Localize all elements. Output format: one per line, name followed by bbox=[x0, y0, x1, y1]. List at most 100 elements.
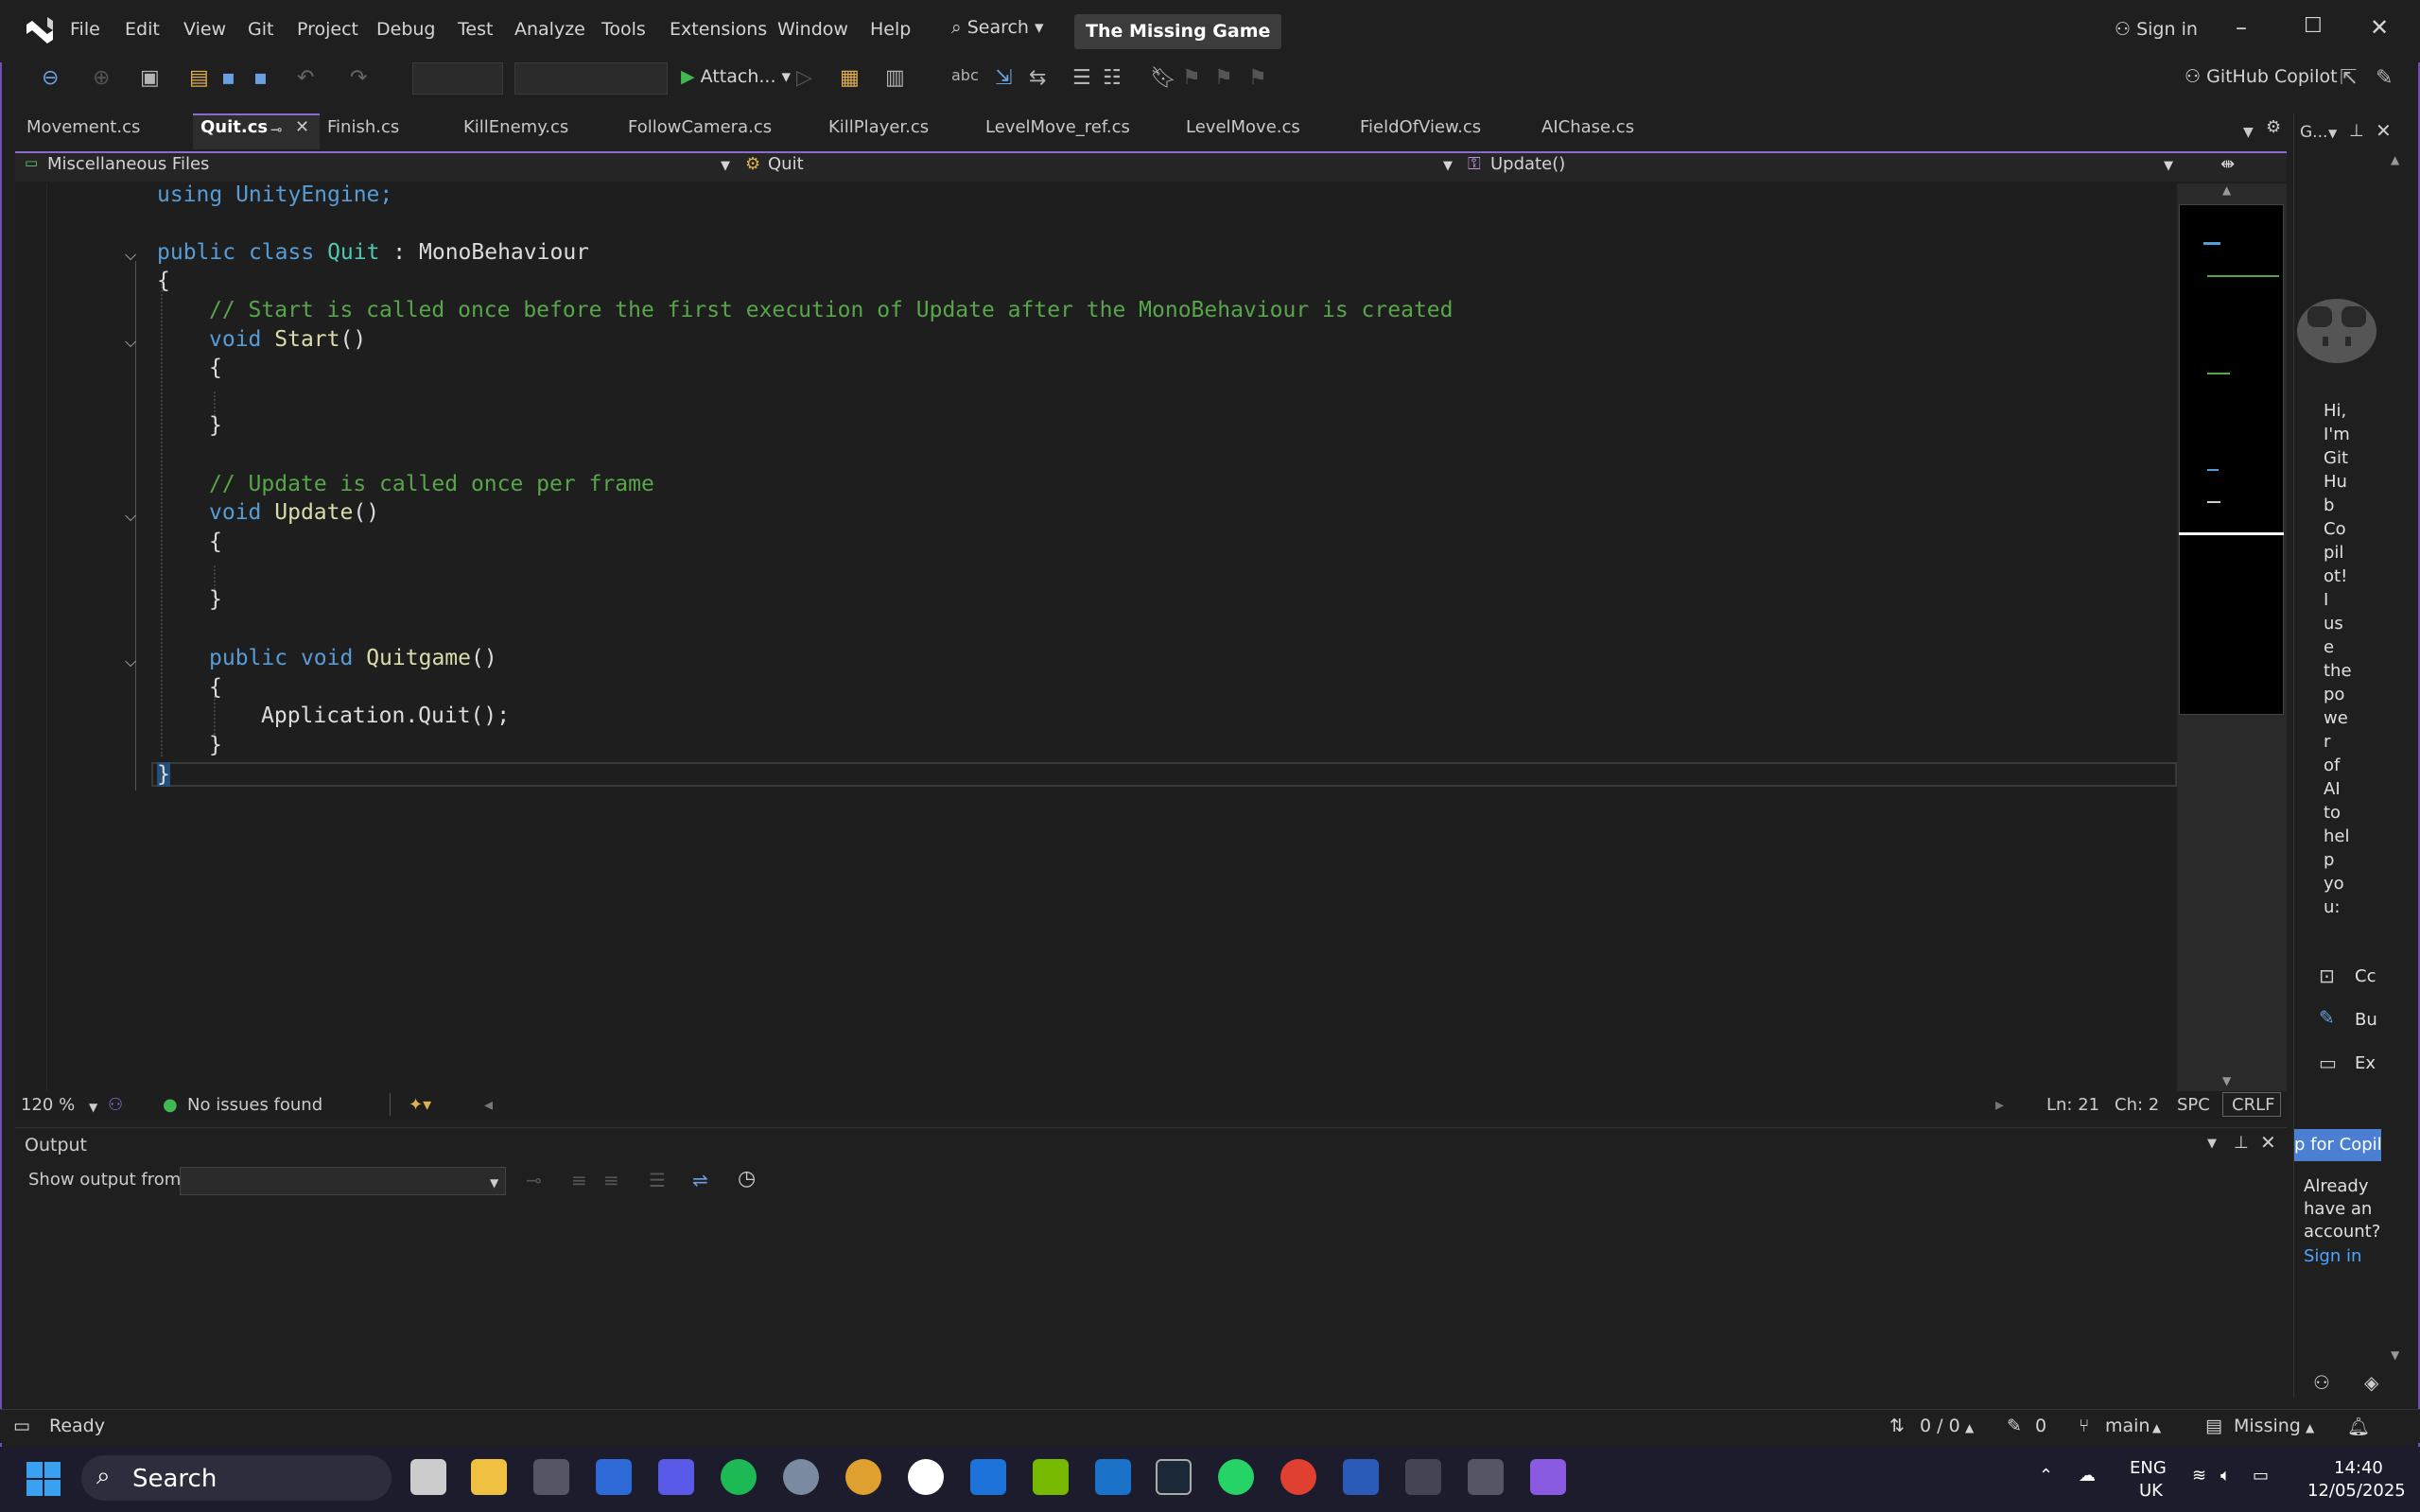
save-all-icon[interactable]: ▪ bbox=[253, 66, 268, 90]
layout-icon[interactable]: ▥ bbox=[885, 66, 905, 90]
copilot-close-icon[interactable]: ✕ bbox=[2376, 119, 2392, 142]
branch-name[interactable]: main bbox=[2105, 1416, 2150, 1436]
search-button[interactable]: ⌕ Search ▾ bbox=[951, 17, 1044, 38]
member-dropdown-arrow-icon[interactable]: ▼ bbox=[2164, 159, 2173, 173]
spellcheck-icon[interactable]: abc bbox=[951, 66, 979, 84]
sync-dropdown-icon[interactable]: ▲ bbox=[1965, 1421, 1974, 1434]
panel-menu-icon[interactable]: ▼ bbox=[2207, 1137, 2217, 1151]
menu-file[interactable]: File bbox=[70, 19, 100, 40]
toggle-icon[interactable]: ⇆ bbox=[1029, 66, 1046, 90]
scroll-up-icon[interactable]: ▲ bbox=[2222, 183, 2231, 197]
code-cleanup-icon[interactable]: ✦▾ bbox=[409, 1095, 431, 1115]
tray-overflow-icon[interactable]: ⌃ bbox=[2039, 1466, 2053, 1486]
steam-icon[interactable] bbox=[1156, 1459, 1192, 1495]
notification-bell-icon[interactable]: 🔔︎ bbox=[2347, 1416, 2370, 1437]
repo-dropdown-icon[interactable]: ▲ bbox=[2306, 1421, 2314, 1434]
issues-status[interactable]: No issues found bbox=[187, 1095, 322, 1115]
windows-start-icon[interactable] bbox=[26, 1462, 61, 1496]
prev-message-icon[interactable]: ≡ bbox=[571, 1169, 587, 1191]
next-message-icon[interactable]: ≡ bbox=[603, 1169, 619, 1191]
fold-chevron-icon[interactable]: ⌵ bbox=[125, 507, 136, 526]
taskbar-search[interactable] bbox=[81, 1455, 392, 1501]
split-editor-icon[interactable]: ⇼ bbox=[2220, 154, 2235, 174]
sign-in-button[interactable]: ⚇ Sign in bbox=[2115, 19, 2198, 40]
tab-movement[interactable]: Movement.cs bbox=[26, 117, 140, 137]
pencil-icon[interactable]: ✎ bbox=[2007, 1416, 2022, 1436]
volume-icon[interactable]: 🔈︎ bbox=[2220, 1466, 2231, 1486]
clock-time[interactable]: 14:40 bbox=[2334, 1458, 2383, 1478]
copilot-scroll-down-icon[interactable]: ▼ bbox=[2391, 1348, 2399, 1362]
tab-close-icon[interactable]: ✕ bbox=[295, 117, 309, 137]
copilot-option-1[interactable]: Cc bbox=[2355, 966, 2376, 986]
bookmark-icon[interactable]: 🔖︎ bbox=[1150, 66, 1176, 90]
maximize-button[interactable]: ☐ bbox=[2304, 14, 2323, 38]
minimize-button[interactable]: – bbox=[2236, 14, 2247, 41]
outdent-icon[interactable]: ☰ bbox=[1072, 66, 1091, 90]
open-folder-icon[interactable]: ▤ bbox=[189, 66, 209, 90]
find-message-icon[interactable]: ⊸ bbox=[526, 1169, 542, 1191]
copilot-option-3[interactable]: Ex bbox=[2355, 1053, 2376, 1073]
menu-extensions[interactable]: Extensions bbox=[670, 19, 767, 40]
copilot-option-2[interactable]: Bu bbox=[2355, 1010, 2377, 1030]
menu-edit[interactable]: Edit bbox=[125, 19, 160, 40]
output-select-arrow-icon[interactable]: ▼ bbox=[490, 1176, 498, 1190]
zoom-level[interactable]: 120 % bbox=[21, 1095, 75, 1115]
tab-list-dropdown-icon[interactable]: ▼ bbox=[2243, 125, 2254, 140]
wifi-icon[interactable]: ≋ bbox=[2192, 1466, 2206, 1486]
prev-bookmark-icon[interactable]: ⚑ bbox=[1182, 66, 1201, 90]
configuration-dropdown[interactable] bbox=[412, 62, 503, 95]
project-dropdown[interactable]: Miscellaneous Files bbox=[47, 154, 209, 174]
webex-icon[interactable] bbox=[908, 1459, 944, 1495]
menu-project[interactable]: Project bbox=[297, 19, 358, 40]
menu-test[interactable]: Test bbox=[458, 19, 493, 40]
visual-studio-taskbar-icon[interactable] bbox=[1530, 1459, 1566, 1495]
copilot-menu-icon[interactable]: ▼ bbox=[2328, 127, 2337, 140]
menu-help[interactable]: Help bbox=[870, 19, 911, 40]
branch-icon[interactable]: ⑂ bbox=[2079, 1416, 2089, 1436]
task-view-icon[interactable] bbox=[410, 1459, 446, 1495]
repo-icon[interactable]: ▤ bbox=[2205, 1416, 2222, 1436]
git-changes-icon[interactable]: ◈ bbox=[2364, 1371, 2378, 1394]
tab-levelmove-ref[interactable]: LevelMove_ref.cs bbox=[985, 117, 1130, 137]
member-dropdown[interactable]: Update() bbox=[1490, 154, 1565, 174]
folder-view-icon[interactable]: ▦ bbox=[840, 66, 860, 90]
save-icon[interactable]: ▪ bbox=[221, 66, 235, 90]
scroll-down-icon[interactable]: ▼ bbox=[2222, 1074, 2231, 1087]
word-wrap-icon[interactable]: ⇌ bbox=[692, 1169, 708, 1191]
project-dropdown-arrow-icon[interactable]: ▼ bbox=[721, 159, 730, 173]
menu-analyze[interactable]: Analyze bbox=[514, 19, 585, 40]
visual-studio-logo-icon[interactable] bbox=[23, 13, 57, 47]
forward-icon[interactable]: ⊕ bbox=[93, 66, 110, 90]
repo-name[interactable]: Missing bbox=[2234, 1416, 2301, 1436]
file-explorer-icon[interactable] bbox=[471, 1459, 507, 1495]
run-without-debug-icon[interactable]: ▷ bbox=[796, 66, 812, 90]
copilot-chat-icon[interactable]: ⊡ bbox=[2319, 965, 2335, 987]
tab-followcamera[interactable]: FollowCamera.cs bbox=[628, 117, 772, 137]
battery-icon[interactable]: ▭ bbox=[2253, 1466, 2269, 1486]
github-copilot-button[interactable]: ⚇ GitHub Copilot bbox=[2185, 66, 2338, 87]
scroll-left-icon[interactable]: ◂ bbox=[484, 1095, 493, 1115]
new-project-icon[interactable]: ▣ bbox=[140, 66, 160, 90]
line-number[interactable]: Ln: 21 bbox=[2046, 1095, 2099, 1115]
panel-close-icon[interactable]: ✕ bbox=[2260, 1131, 2276, 1154]
chrome-profile-icon[interactable] bbox=[1280, 1459, 1316, 1495]
clear-all-icon[interactable]: ☰ bbox=[649, 1169, 666, 1191]
back-icon[interactable]: ⊖ bbox=[42, 66, 59, 90]
unity-icon[interactable] bbox=[1405, 1459, 1441, 1495]
settings-app-icon[interactable] bbox=[783, 1459, 819, 1495]
sync-status[interactable]: 0 / 0 bbox=[1920, 1416, 1960, 1436]
copilot-bottom-icon[interactable]: ⚇ bbox=[2313, 1371, 2330, 1394]
attach-button[interactable]: ▶ Attach... ▾ bbox=[681, 66, 791, 87]
tab-killenemy[interactable]: KillEnemy.cs bbox=[463, 117, 568, 137]
platform-dropdown[interactable] bbox=[514, 62, 668, 95]
intellicode-icon[interactable]: ⚇ bbox=[108, 1095, 123, 1115]
redo-icon[interactable]: ↷ bbox=[350, 66, 367, 90]
unity-hub-icon[interactable] bbox=[533, 1459, 569, 1495]
copilot-scroll-up-icon[interactable]: ▲ bbox=[2391, 153, 2399, 166]
scroll-right-icon[interactable]: ▸ bbox=[1995, 1095, 2004, 1115]
type-dropdown[interactable]: Quit bbox=[768, 154, 804, 174]
menu-git[interactable]: Git bbox=[248, 19, 273, 40]
menu-debug[interactable]: Debug bbox=[376, 19, 435, 40]
timestamp-icon[interactable]: ◷ bbox=[738, 1167, 756, 1190]
affinity-icon[interactable] bbox=[658, 1459, 694, 1495]
